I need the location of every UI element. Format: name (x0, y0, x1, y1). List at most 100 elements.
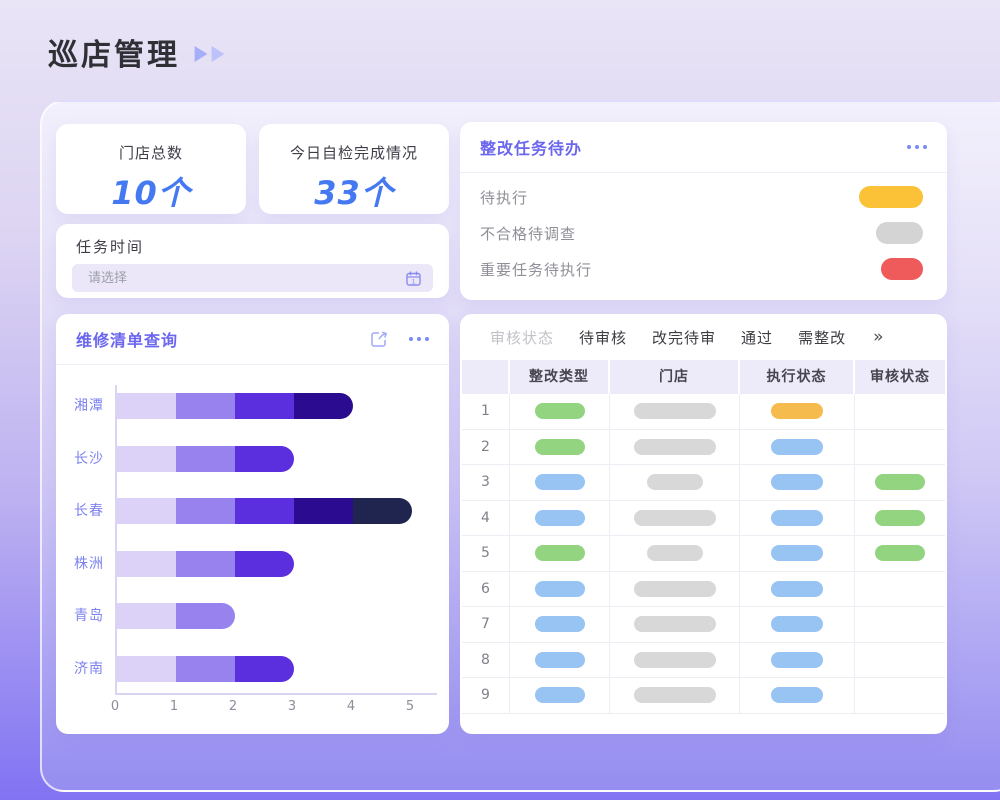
store-pill (634, 510, 716, 526)
page-header: 巡店管理 (48, 30, 225, 74)
store-pill (634, 687, 716, 703)
table-cell (510, 678, 610, 713)
table-cell (855, 572, 945, 607)
chart-bar-segment (235, 656, 294, 682)
rectify-type-pill (535, 403, 585, 419)
chart-bar-segment (235, 551, 294, 577)
table-cell (610, 430, 740, 465)
row-number-cell: 4 (462, 501, 510, 536)
repair-panel-title: 维修清单查询 (76, 327, 369, 351)
chart-bar-segment (117, 393, 176, 419)
store-pill (634, 616, 716, 632)
table-header-cell: 审核状态 (855, 360, 945, 394)
todo-item-label: 待执行 (480, 187, 859, 208)
rectify-type-pill (535, 474, 585, 490)
todo-panel-header: 整改任务待办 (460, 122, 947, 173)
table-cell (855, 643, 945, 678)
chart-bar-segment (235, 393, 294, 419)
export-share-icon[interactable] (369, 329, 389, 349)
table-cell (510, 501, 610, 536)
rectify-type-pill (535, 652, 585, 668)
table-cell (610, 678, 740, 713)
row-number-cell: 1 (462, 394, 510, 429)
table-cell (855, 678, 945, 713)
tabs-more-chevron[interactable]: » (873, 327, 883, 347)
chart-category-label: 济南 (56, 656, 104, 682)
table-row[interactable]: 8 (462, 643, 945, 679)
table-row[interactable]: 3 (462, 465, 945, 501)
tab-需整改[interactable]: 需整改 (798, 327, 846, 348)
table-cell (610, 572, 740, 607)
table-cell (610, 536, 740, 571)
store-pill (647, 545, 703, 561)
review-table-panel: 审核状态 待审核改完待审通过需整改» 整改类型门店执行状态审核状态 123456… (460, 314, 947, 734)
dashboard-container: 门店总数 10个 今日自检完成情况 33个 任务时间 1 维修清单查询 (40, 100, 1000, 792)
rectify-type-pill (535, 581, 585, 597)
table-header-index (462, 360, 510, 394)
chart-bar-segment (176, 603, 235, 629)
repair-panel-header: 维修清单查询 (56, 314, 449, 365)
review-tab-row: 审核状态 待审核 改完待审 通过 需整改 » (460, 314, 947, 360)
table-row[interactable]: 5 (462, 536, 945, 572)
table-cell (740, 465, 855, 500)
table-row[interactable]: 7 (462, 607, 945, 643)
chart-category-label: 湘潭 (56, 393, 104, 419)
chart-category-label: 青岛 (56, 603, 104, 629)
store-pill (647, 474, 703, 490)
rectify-type-pill (535, 616, 585, 632)
exec-status-pill (771, 652, 823, 668)
todo-item-label: 重要任务待执行 (480, 259, 881, 280)
chart-x-axis (115, 693, 437, 695)
chart-bar-segment (176, 498, 235, 524)
chart-category-label: 长沙 (56, 446, 104, 472)
table-cell (610, 465, 740, 500)
rectify-type-pill (535, 439, 585, 455)
table-cell (510, 607, 610, 642)
todo-more-menu-icon[interactable] (907, 145, 927, 149)
tab-通过[interactable]: 通过 (741, 327, 773, 348)
calendar-icon[interactable]: 1 (405, 270, 422, 287)
chart-bar-segment (176, 446, 235, 472)
date-picker-field[interactable]: 1 (72, 264, 433, 292)
stat-card-total-stores: 门店总数 10个 (56, 124, 246, 214)
table-row[interactable]: 9 (462, 678, 945, 714)
row-number-cell: 2 (462, 430, 510, 465)
todo-status-pill (859, 186, 923, 208)
chart-bar (117, 498, 412, 524)
table-cell (740, 501, 855, 536)
table-row[interactable]: 4 (462, 501, 945, 537)
repair-more-menu-icon[interactable] (409, 337, 429, 341)
chart-bar (117, 393, 353, 419)
chart-bar-segment (117, 603, 176, 629)
date-picker-input[interactable] (86, 270, 405, 287)
table-cell (740, 394, 855, 429)
chart-bar (117, 551, 294, 577)
table-row[interactable]: 2 (462, 430, 945, 466)
chart-x-tick-label: 4 (347, 699, 355, 714)
rectification-todo-panel: 整改任务待办 待执行不合格待调查重要任务待执行 (460, 122, 947, 300)
exec-status-pill (771, 616, 823, 632)
chart-x-tick-label: 0 (111, 699, 119, 714)
table-row[interactable]: 1 (462, 394, 945, 430)
repair-list-panel: 维修清单查询 湘潭长沙长春株洲青岛济南012345 (56, 314, 449, 734)
chart-bar-segment (176, 393, 235, 419)
todo-status-pill (881, 258, 923, 280)
chart-category-label: 株洲 (56, 551, 104, 577)
chart-bar-segment (235, 498, 294, 524)
exec-status-pill (771, 439, 823, 455)
chart-bar-segment (117, 656, 176, 682)
todo-panel-title: 整改任务待办 (480, 135, 907, 159)
chart-x-tick-label: 3 (288, 699, 296, 714)
rectify-type-pill (535, 510, 585, 526)
chart-bar-segment (353, 498, 412, 524)
todo-item: 重要任务待执行 (480, 251, 923, 287)
tab-待审核[interactable]: 待审核 (579, 327, 627, 348)
row-number-cell: 5 (462, 536, 510, 571)
table-cell (510, 394, 610, 429)
tab-改完待审[interactable]: 改完待审 (652, 327, 716, 348)
chart-bar (117, 656, 294, 682)
review-filter-label: 审核状态 (490, 327, 554, 348)
table-row[interactable]: 6 (462, 572, 945, 608)
exec-status-pill (771, 474, 823, 490)
review-status-pill (875, 545, 925, 561)
